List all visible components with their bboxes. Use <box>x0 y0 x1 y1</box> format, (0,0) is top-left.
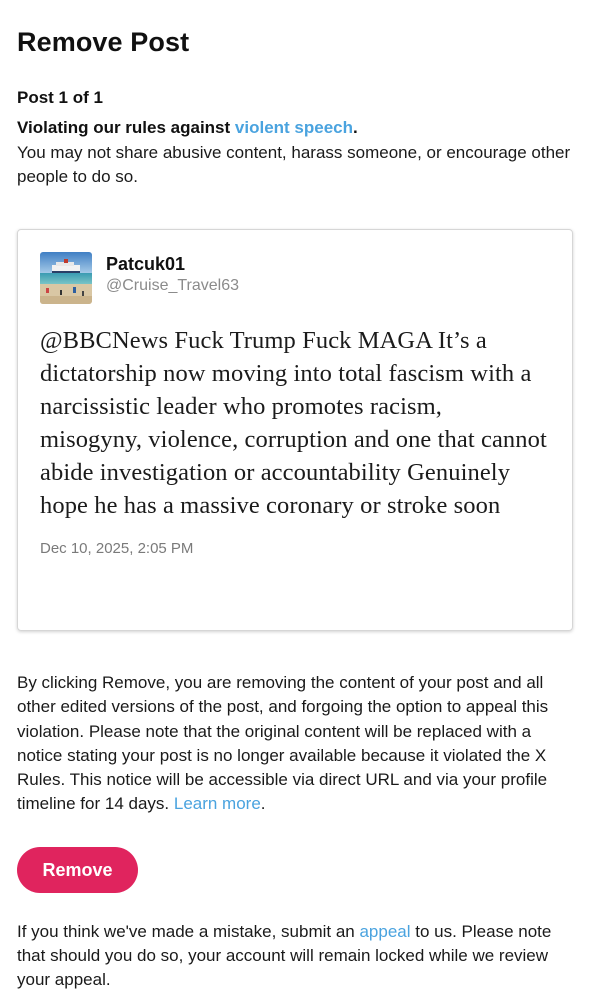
post-card: Patcuk01 @Cruise_Travel63 @BBCNews Fuck … <box>17 229 573 631</box>
remove-button[interactable]: Remove <box>17 846 138 893</box>
post-count: Post 1 of 1 <box>17 88 103 107</box>
page-title: Remove Post <box>17 27 190 57</box>
appeal-link[interactable]: appeal <box>359 922 410 941</box>
violation-heading: Violating our rules against violent spee… <box>17 117 573 139</box>
learn-more-link[interactable]: Learn more <box>174 794 261 813</box>
author-block: Patcuk01 @Cruise_Travel63 <box>106 252 239 297</box>
violation-suffix: . <box>353 118 358 137</box>
author-name: Patcuk01 <box>106 254 186 274</box>
cruise-ship-beach-avatar-icon <box>40 252 92 304</box>
consequence-body: By clicking Remove, you are removing the… <box>17 673 549 814</box>
appeal-text: If you think we've made a mistake, submi… <box>17 920 573 993</box>
author-handle: @Cruise_Travel63 <box>106 277 240 294</box>
consequence-text: By clicking Remove, you are removing the… <box>17 671 573 817</box>
appeal-prefix: If you think we've made a mistake, submi… <box>17 921 360 941</box>
post-text: @BBCNews Fuck Trump Fuck MAGA It’s a dic… <box>40 327 547 519</box>
remove-post-page: Remove Post Post 1 of 1 Violating our ru… <box>0 0 590 993</box>
violent-speech-link[interactable]: violent speech <box>235 118 353 137</box>
avatar <box>40 252 92 304</box>
violation-prefix: Violating our rules against <box>17 118 235 137</box>
violation-description: You may not share abusive content, haras… <box>17 143 571 186</box>
post-timestamp: Dec 10, 2025, 2:05 PM <box>40 540 194 557</box>
consequence-suffix: . <box>260 794 266 814</box>
post-header: Patcuk01 @Cruise_Travel63 <box>40 252 550 304</box>
